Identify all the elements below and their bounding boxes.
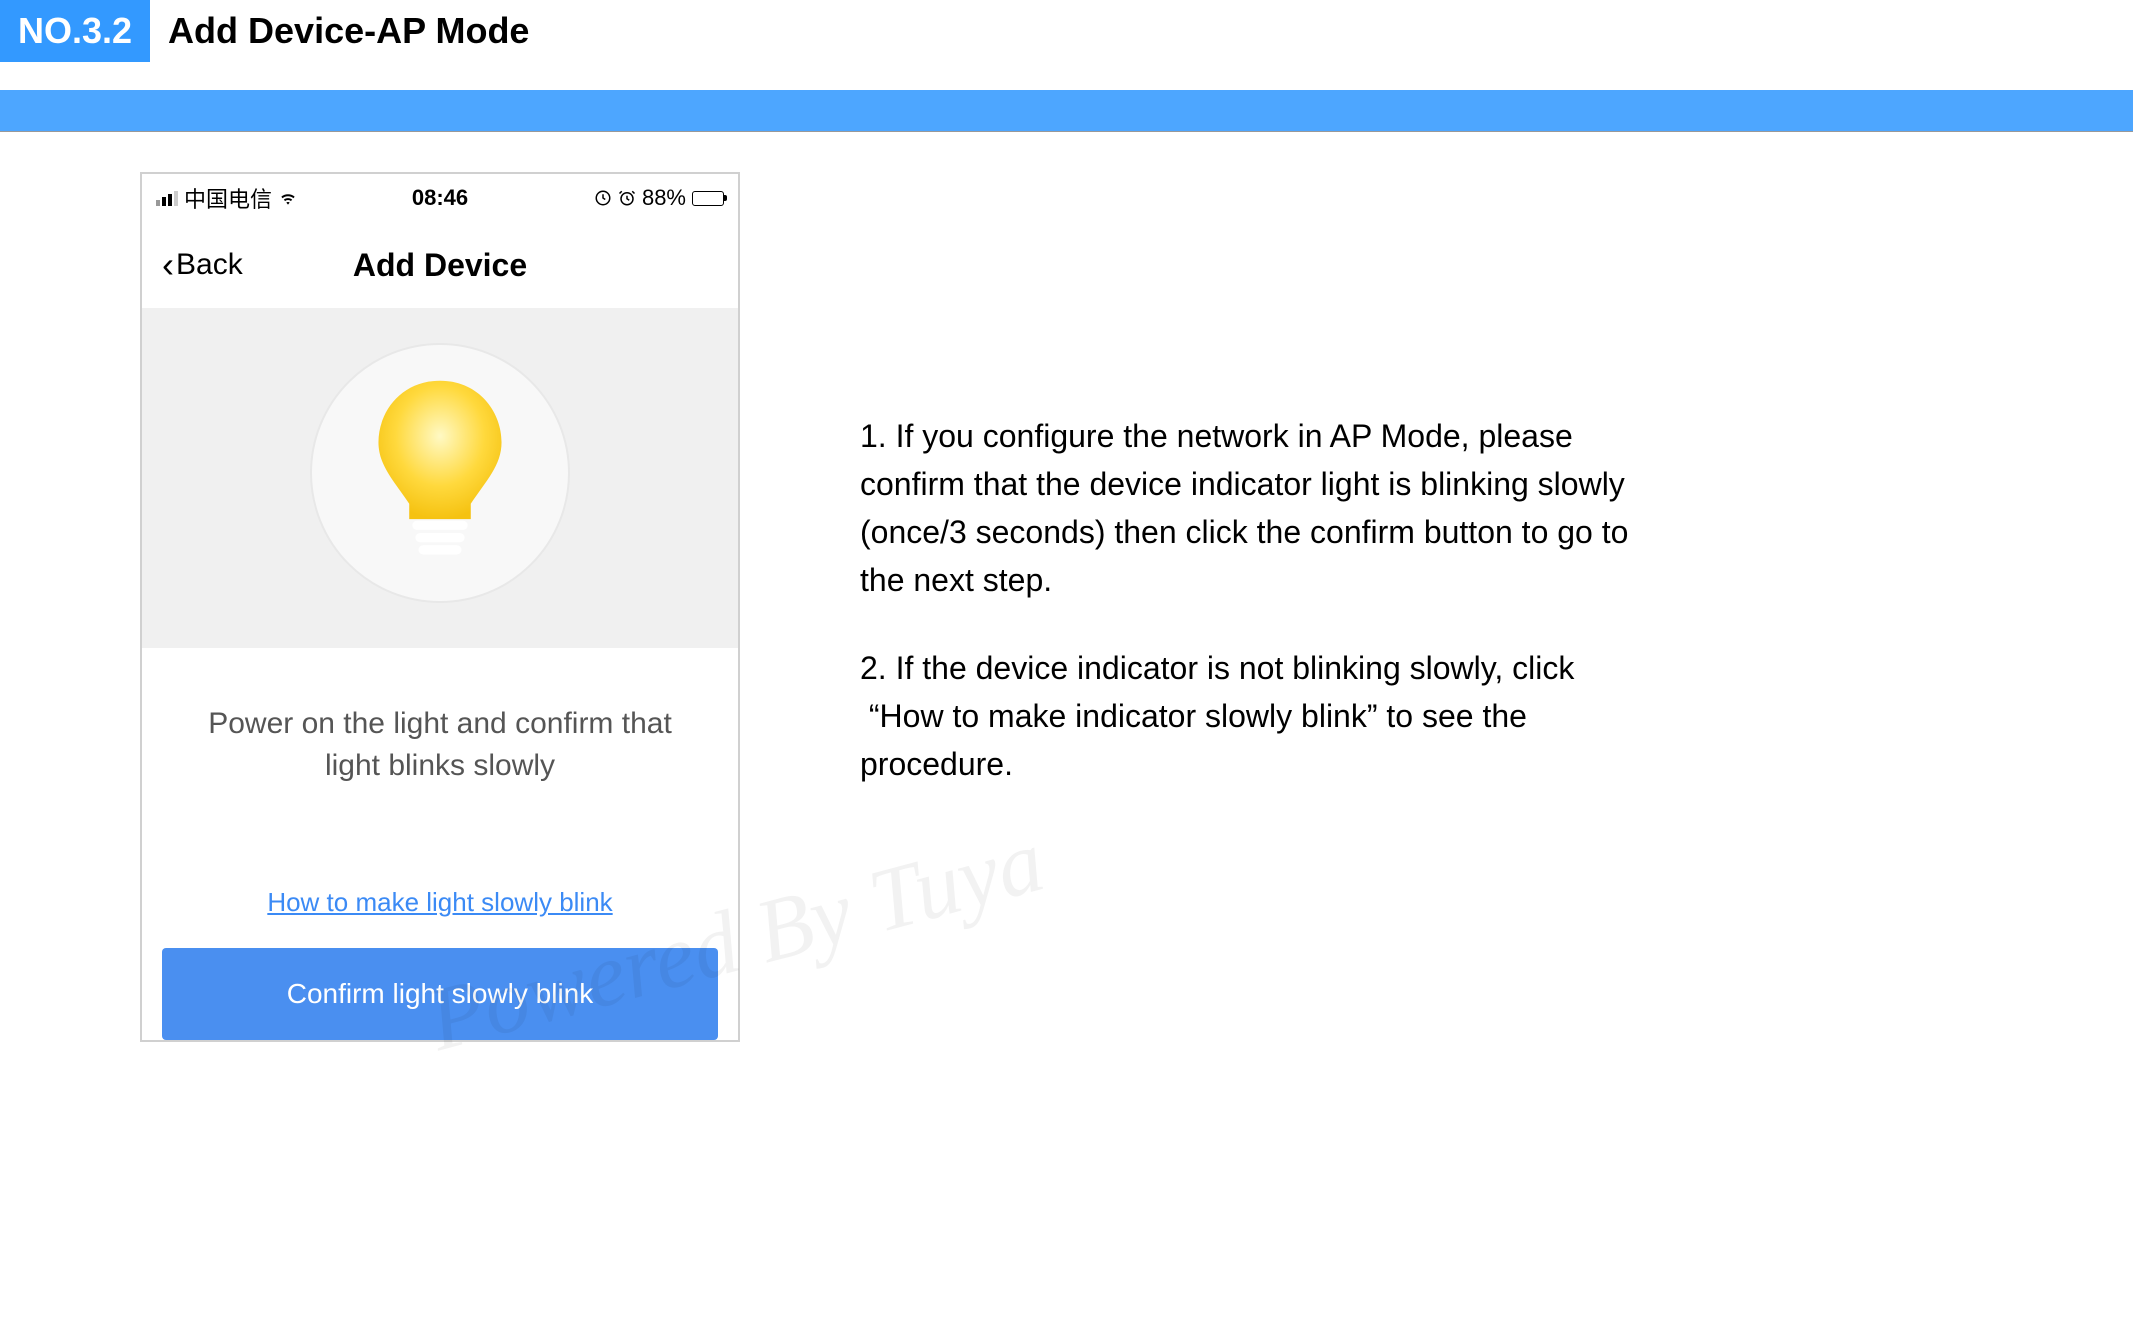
section-number-badge: NO.3.2 [0,0,150,62]
status-time: 08:46 [412,185,468,211]
alarm-icon [618,189,636,207]
confirm-button[interactable]: Confirm light slowly blink [162,948,718,1040]
signal-icon [156,191,178,206]
help-link[interactable]: How to make light slowly blink [142,827,738,948]
description-para-2: 2. If the device indicator is not blinki… [860,644,1640,788]
phone-nav-bar: ‹ Back Add Device [142,222,738,308]
content-area: 中国电信 08:46 88% [0,132,2133,1042]
description-text: 1. If you configure the network in AP Mo… [860,412,1640,788]
section-title: Add Device-AP Mode [168,10,529,52]
bulb-illustration-area [142,308,738,648]
carrier-label: 中国电信 [184,182,272,214]
header-section: NO.3.2 Add Device-AP Mode [0,0,2133,62]
description-panel: 1. If you configure the network in AP Mo… [860,172,1640,1042]
battery-icon [692,191,724,206]
lightbulb-icon [360,373,520,573]
wifi-icon [278,188,298,208]
divider-bar [0,90,2133,132]
orientation-lock-icon [594,189,612,207]
phone-screenshot: 中国电信 08:46 88% [140,172,740,1042]
chevron-left-icon: ‹ [162,244,174,286]
battery-percent: 88% [642,185,686,211]
status-left-group: 中国电信 [156,182,298,214]
description-para-1: 1. If you configure the network in AP Mo… [860,412,1640,604]
nav-title: Add Device [353,247,527,284]
status-right-group: 88% [594,185,724,211]
back-label: Back [176,248,243,282]
back-button[interactable]: ‹ Back [162,244,243,286]
phone-status-bar: 中国电信 08:46 88% [142,174,738,222]
instruction-text: Power on the light and confirm that ligh… [142,648,738,827]
bulb-circle [310,343,570,603]
